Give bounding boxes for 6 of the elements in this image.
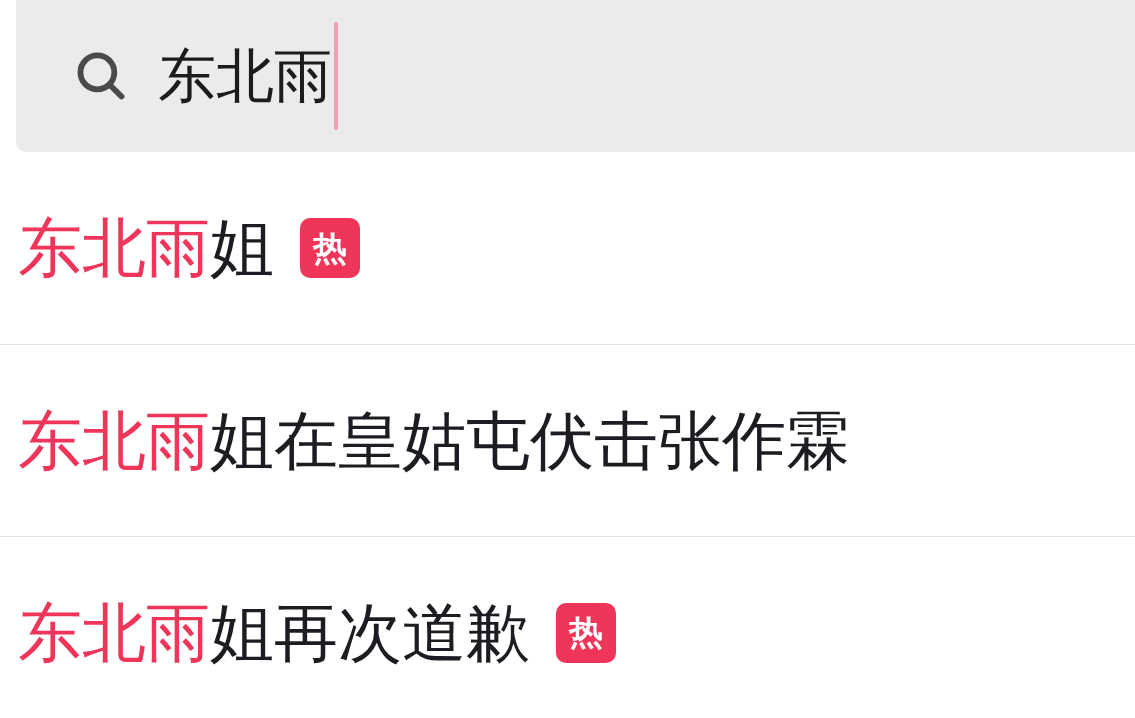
hot-badge: 热	[556, 602, 616, 663]
search-field[interactable]: 东北雨	[16, 0, 1135, 152]
suggestion-text[interactable]: 东北雨姐在皇姑屯伏击张作霖	[18, 408, 850, 473]
suggestion-text[interactable]: 东北雨姐	[18, 216, 274, 280]
hot-badge: 热	[300, 218, 360, 278]
suggestion-text[interactable]: 东北雨姐再次道歉	[18, 600, 530, 665]
